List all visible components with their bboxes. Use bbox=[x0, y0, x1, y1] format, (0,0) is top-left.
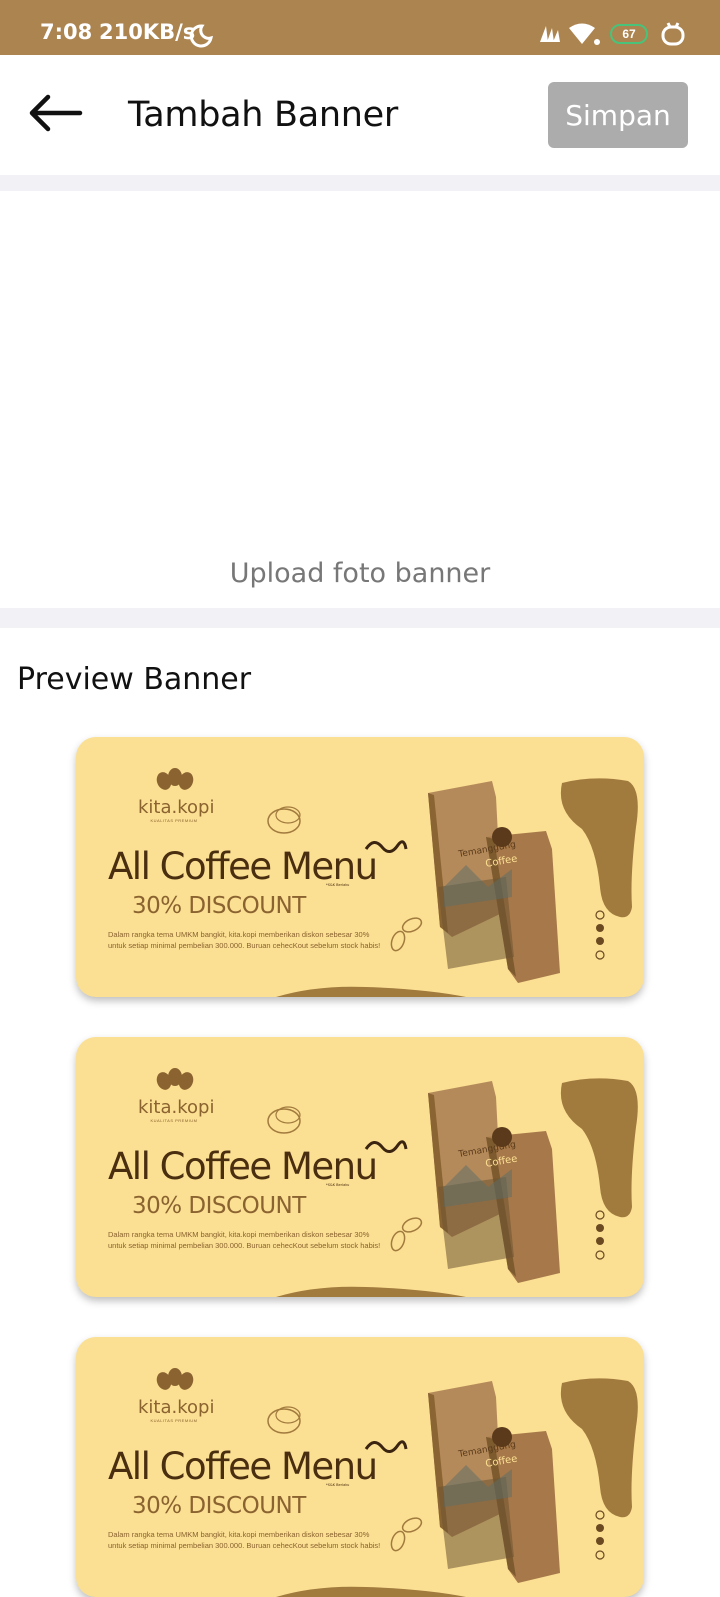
social-icons bbox=[595, 1210, 605, 1260]
coffee-bag-illustration: Temanggung Coffee bbox=[428, 1381, 560, 1583]
status-bar: 7:08 210KB/s 67 bbox=[0, 0, 720, 55]
coffee-beans-logo-icon bbox=[156, 1368, 194, 1390]
banner-description: Dalam rangka tema UMKM bangkit, kita.kop… bbox=[108, 1530, 381, 1550]
preview-section-title: Preview Banner bbox=[17, 662, 252, 697]
status-time: 7:08 bbox=[40, 20, 93, 44]
banner-discount: 30% DISCOUNT bbox=[132, 1493, 306, 1519]
banner-preview-card[interactable]: Temanggung Coffee *S&K Berlaku kita.kopi… bbox=[76, 737, 644, 997]
banner-logo-subtitle: KUALITAS PREMIUM bbox=[150, 1418, 198, 1423]
banner-logo-text: kita.kopi bbox=[138, 1097, 215, 1118]
banner-discount: 30% DISCOUNT bbox=[132, 893, 306, 919]
banner-logo: kita.kopi KUALITAS PREMIUM bbox=[138, 1367, 215, 1423]
banner-logo: kita.kopi KUALITAS PREMIUM bbox=[138, 767, 215, 823]
upload-banner-area[interactable]: Upload foto banner bbox=[0, 191, 720, 608]
coffee-beans-logo-icon bbox=[156, 1068, 194, 1090]
coffee-beans-logo-icon bbox=[156, 768, 194, 790]
social-icons bbox=[595, 1510, 605, 1560]
banner-logo-subtitle: KUALITAS PREMIUM bbox=[150, 1118, 198, 1123]
banner-logo-subtitle: KUALITAS PREMIUM bbox=[150, 818, 198, 823]
app-bar: Tambah Banner Simpan bbox=[0, 55, 720, 175]
save-button[interactable]: Simpan bbox=[548, 82, 688, 148]
battery-indicator: 67 bbox=[610, 24, 648, 44]
wifi-icon bbox=[569, 23, 600, 45]
status-net-speed: 210KB/s bbox=[99, 20, 196, 44]
banner-description: Dalam rangka tema UMKM bangkit, kita.kop… bbox=[108, 1230, 381, 1250]
banner-heading: All Coffee Menu bbox=[108, 1445, 378, 1488]
banner-preview-card[interactable]: Temanggung Coffee *S&K Berlaku kita.kopi… bbox=[76, 1337, 644, 1597]
section-divider bbox=[0, 608, 720, 628]
banner-heading: All Coffee Menu bbox=[108, 845, 378, 888]
section-divider bbox=[0, 175, 720, 191]
page-title: Tambah Banner bbox=[128, 95, 398, 135]
banner-description: Dalam rangka tema UMKM bangkit, kita.kop… bbox=[108, 930, 381, 950]
notification-app-icon bbox=[661, 22, 685, 46]
do-not-disturb-moon-icon bbox=[189, 24, 213, 48]
signal-icon bbox=[540, 26, 560, 42]
coffee-bag-illustration: Temanggung Coffee bbox=[428, 1081, 560, 1283]
social-icons bbox=[595, 910, 605, 960]
coffee-bag-illustration: Temanggung Coffee bbox=[428, 781, 560, 983]
banner-logo-text: kita.kopi bbox=[138, 797, 215, 818]
banner-logo: kita.kopi KUALITAS PREMIUM bbox=[138, 1067, 215, 1123]
banner-logo-text: kita.kopi bbox=[138, 1397, 215, 1418]
upload-label: Upload foto banner bbox=[229, 558, 491, 589]
banner-heading: All Coffee Menu bbox=[108, 1145, 378, 1188]
banner-discount: 30% DISCOUNT bbox=[132, 1193, 306, 1219]
banner-preview-card[interactable]: Temanggung Coffee *S&K Berlaku kita.kopi… bbox=[76, 1037, 644, 1297]
back-arrow-icon[interactable] bbox=[28, 92, 84, 136]
